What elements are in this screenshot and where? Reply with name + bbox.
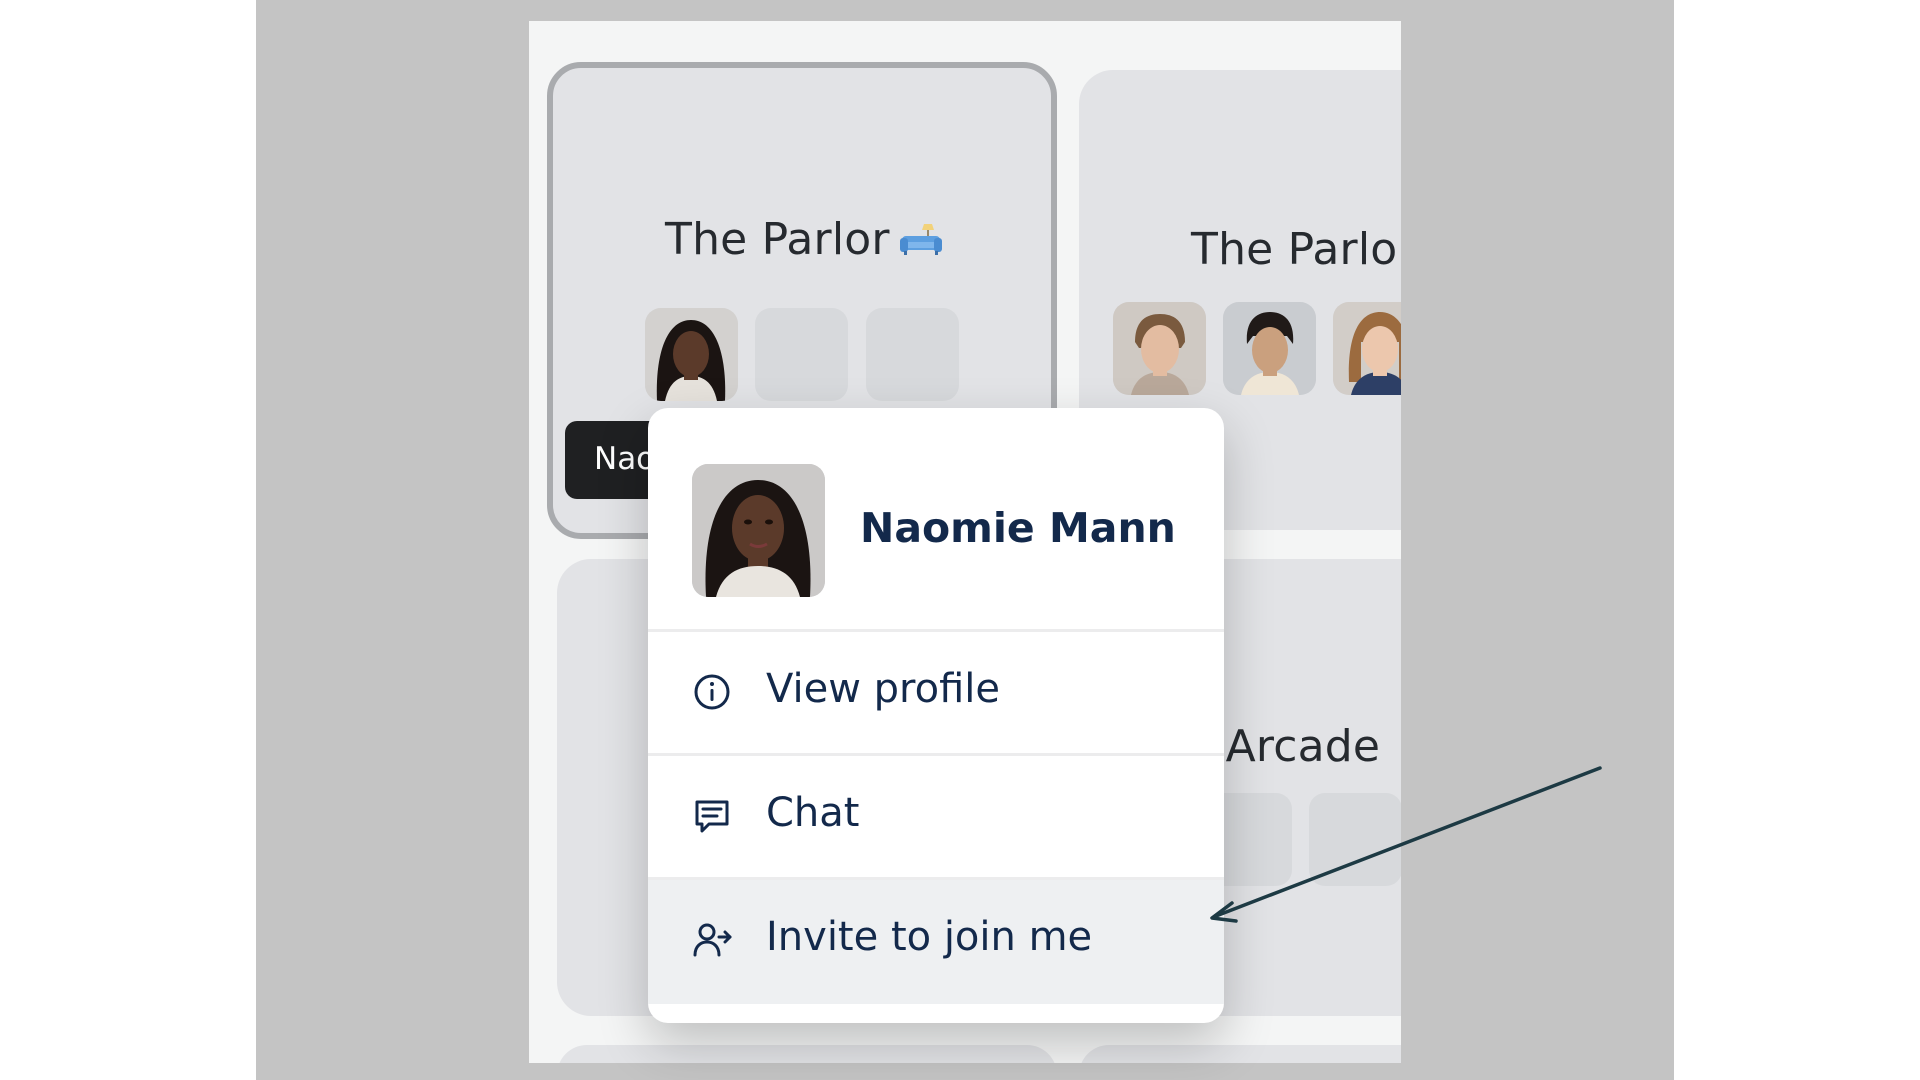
chat-menu-item[interactable]: Chat (648, 756, 1224, 880)
room-title-text: The Parlor (665, 214, 890, 265)
room-card-bottom-left[interactable] (557, 1045, 1057, 1063)
seat-occupied[interactable] (1333, 302, 1401, 395)
seat-occupied[interactable] (1113, 302, 1206, 395)
info-icon (692, 672, 732, 712)
room-title: The Parlor (1191, 224, 1401, 275)
seat-occupied-naomie[interactable] (645, 308, 738, 401)
seat-occupied[interactable] (1223, 302, 1316, 395)
invite-to-join-menu-item[interactable]: Invite to join me (648, 880, 1224, 1004)
seat-empty[interactable] (1309, 793, 1401, 886)
view-profile-menu-item[interactable]: View profile (648, 632, 1224, 756)
menu-item-label: Chat (766, 790, 860, 836)
chat-icon (692, 796, 732, 836)
seat-empty[interactable] (866, 308, 959, 401)
menu-item-label: Invite to join me (766, 914, 1093, 960)
room-title: The Parlor (665, 214, 944, 265)
invite-user-icon (692, 920, 732, 960)
seat-empty[interactable] (755, 308, 848, 401)
room-card-bottom-right[interactable] (1079, 1045, 1401, 1063)
avatar (692, 464, 825, 597)
menu-item-label: View profile (766, 666, 1000, 712)
couch-lamp-icon (898, 216, 944, 255)
user-context-menu: Naomie Mann View profile Chat Invite to … (648, 408, 1224, 1023)
user-name: Naomie Mann (860, 504, 1176, 552)
menu-header: Naomie Mann (648, 408, 1224, 632)
